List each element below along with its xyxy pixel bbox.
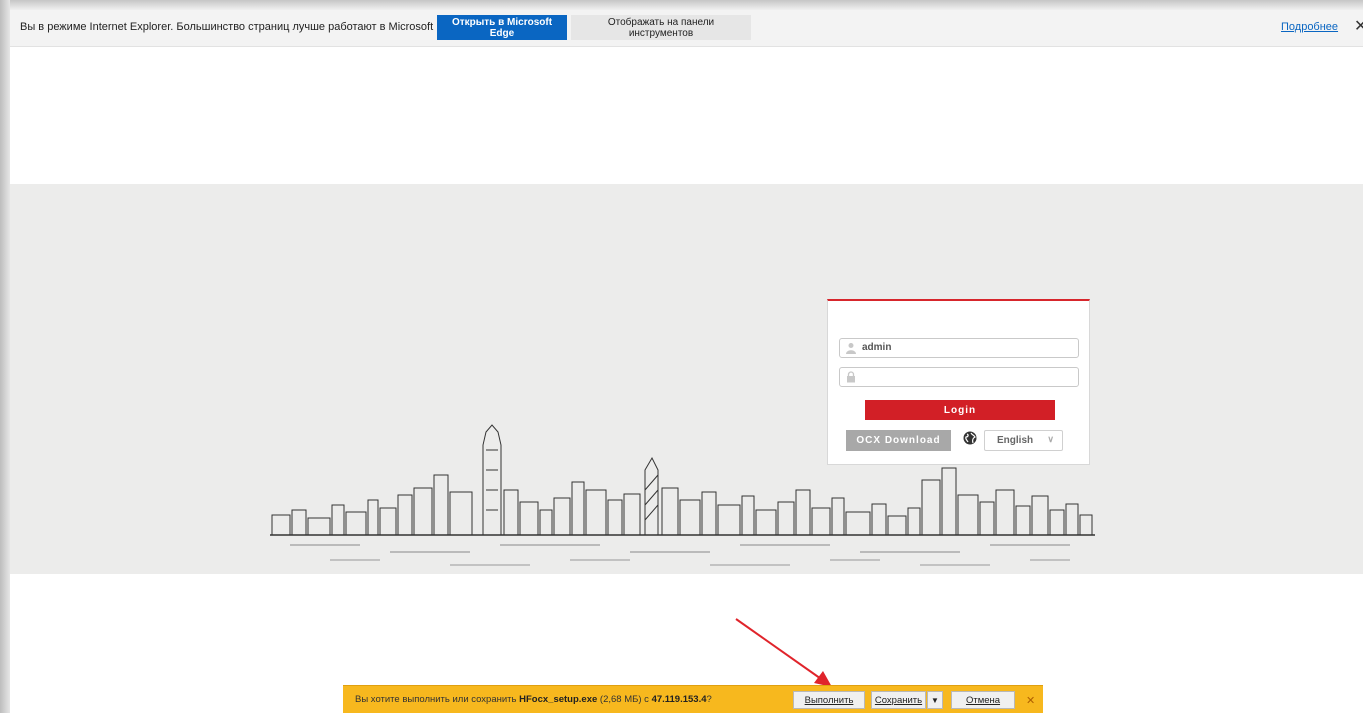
open-in-edge-button[interactable]: Открыть в Microsoft Edge — [437, 15, 567, 40]
download-notification-bar: Вы хотите выполнить или сохранить HFocx_… — [343, 685, 1043, 713]
save-options-dropdown[interactable]: ▼ — [927, 691, 943, 709]
download-source: 47.119.153.4 — [651, 694, 707, 705]
caret-down-icon: ▼ — [931, 695, 939, 705]
cancel-button[interactable]: Отмена — [951, 691, 1015, 709]
user-icon — [846, 343, 856, 354]
ocx-download-button[interactable]: OCX Download — [846, 430, 951, 451]
learn-more-link[interactable]: Подробнее — [1281, 21, 1338, 33]
language-select[interactable]: English ∨ — [984, 430, 1063, 451]
infobar-message: Вы в режиме Internet Explorer. Большинст… — [20, 21, 465, 33]
lock-icon — [847, 371, 855, 383]
password-field[interactable] — [839, 367, 1079, 387]
infobar-close-icon[interactable]: ✕ — [1354, 16, 1363, 36]
login-panel: admin Login OCX Download English ∨ — [827, 299, 1090, 465]
download-bar-close-icon[interactable]: ✕ — [1026, 694, 1035, 707]
show-on-toolbar-button[interactable]: Отображать на панели инструментов — [571, 15, 751, 40]
download-file-name: HFocx_setup.exe — [519, 694, 598, 705]
username-field[interactable]: admin — [839, 338, 1079, 358]
chevron-down-icon: ∨ — [1047, 434, 1054, 444]
window-left-edge — [0, 0, 10, 713]
window-top-edge — [0, 0, 1363, 10]
save-button[interactable]: Сохранить — [871, 691, 926, 709]
login-button[interactable]: Login — [865, 400, 1055, 420]
download-prompt: Вы хотите выполнить или сохранить HFocx_… — [355, 694, 712, 705]
username-value: admin — [862, 342, 892, 353]
language-value: English — [997, 435, 1034, 446]
run-button[interactable]: Выполнить — [793, 691, 865, 709]
globe-icon — [963, 431, 977, 445]
red-arrow-annotation — [735, 618, 832, 687]
ie-mode-infobar: Вы в режиме Internet Explorer. Большинст… — [10, 10, 1363, 47]
